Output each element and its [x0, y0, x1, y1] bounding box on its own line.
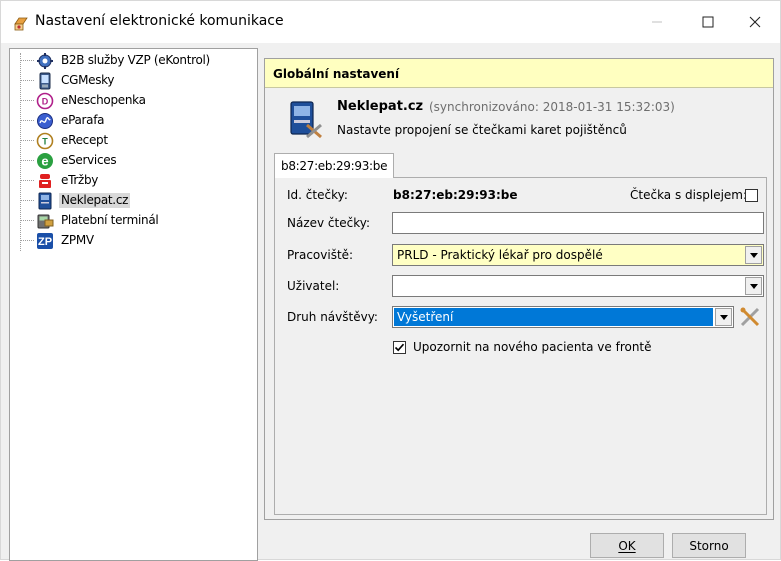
svg-text:T: T	[42, 137, 48, 147]
reader-id-value: b8:27:eb:29:93:be	[393, 188, 518, 202]
tree-item-zpmv[interactable]: ZP ZPMV	[10, 231, 255, 251]
reader-name-label: Název čtečky:	[287, 216, 371, 230]
display-reader-label: Čtečka s displejem:	[630, 188, 748, 202]
service-name: Neklepat.cz	[337, 99, 424, 114]
tree-connector	[20, 60, 34, 61]
tree-connector	[20, 180, 34, 181]
tree-item-label: eNeschopenka	[61, 93, 146, 107]
user-label: Uživatel:	[287, 279, 340, 293]
tree-item-label: eServices	[61, 153, 117, 167]
tree-item-b2b[interactable]: B2B služby VZP (eKontrol)	[10, 51, 255, 71]
chevron-down-icon	[749, 252, 758, 258]
tree-item-label: eParafa	[61, 113, 105, 127]
visit-type-label: Druh návštěvy:	[287, 310, 378, 324]
gear-globe-icon	[37, 53, 53, 69]
settings-panel: Globální nastavení Neklepat.cz (synchron…	[264, 58, 774, 520]
workplace-label: Pracoviště:	[287, 248, 354, 262]
minimize-button[interactable]	[634, 1, 680, 43]
cancel-button[interactable]: Storno	[672, 533, 746, 558]
signature-icon	[37, 113, 53, 129]
tree-item-cgmesky[interactable]: CGMesky	[10, 71, 255, 91]
cancel-button-label: Storno	[689, 538, 729, 553]
chevron-down-icon	[749, 283, 758, 289]
svg-text:ZP: ZP	[38, 236, 52, 248]
app-icon	[14, 17, 28, 31]
notify-label: Upozornit na nového pacienta ve frontě	[413, 340, 652, 354]
tree-connector	[20, 160, 34, 161]
tree-item-platebni-terminal[interactable]: Platební terminál	[10, 211, 255, 231]
tab-reader[interactable]: b8:27:eb:29:93:be	[274, 153, 394, 178]
zpmv-icon: ZP	[37, 233, 53, 249]
phone-icon	[39, 72, 51, 90]
notify-checkbox[interactable]	[393, 341, 406, 354]
tree-connector	[20, 220, 34, 221]
user-select[interactable]	[392, 275, 764, 297]
workplace-select[interactable]: PRLD - Praktický lékař pro dospělé	[392, 244, 764, 266]
tree-connector	[20, 120, 34, 121]
visit-type-value: Vyšetření	[397, 310, 454, 324]
service-description: Nastavte propojení se čtečkami karet poj…	[337, 123, 627, 137]
service-tree[interactable]: B2B služby VZP (eKontrol) CGMesky D eNes…	[9, 48, 258, 561]
display-reader-checkbox[interactable]	[745, 189, 758, 202]
tree-item-eparafa[interactable]: eParafa	[10, 111, 255, 131]
tree-item-label: eRecept	[61, 133, 108, 147]
ok-button[interactable]: OK	[590, 533, 664, 558]
tree-item-label: Platební terminál	[61, 213, 159, 227]
tree-item-label: eTržby	[61, 173, 99, 187]
maximize-icon	[702, 16, 714, 28]
sync-info: (synchronizováno: 2018-01-31 15:32:03)	[429, 100, 675, 114]
minimize-icon	[652, 21, 662, 23]
tree-connector	[20, 140, 34, 141]
reader-id-label: Id. čtečky:	[287, 188, 348, 202]
ok-button-label: OK	[618, 538, 636, 553]
maximize-button[interactable]	[685, 1, 731, 43]
visit-type-dropdown-button[interactable]	[715, 308, 732, 326]
recipe-icon: T	[36, 132, 54, 150]
panel-header-title: Globální nastavení	[273, 67, 400, 81]
tree-item-label: ZPMV	[61, 233, 94, 247]
tab-label: b8:27:eb:29:93:be	[281, 159, 388, 173]
edit-tools-icon[interactable]	[739, 306, 761, 328]
workplace-value: PRLD - Praktický lékař pro dospělé	[397, 248, 603, 262]
tree-item-eservices[interactable]: e eServices	[10, 151, 255, 171]
tree-connector	[20, 100, 34, 101]
title-bar: Nastavení elektronické komunikace	[1, 1, 780, 43]
visit-type-select[interactable]: Vyšetření	[392, 306, 734, 328]
window-title: Nastavení elektronické komunikace	[35, 13, 284, 29]
close-button[interactable]	[732, 1, 778, 43]
card-reader-tools-icon	[290, 101, 322, 139]
tab-content: Id. čtečky: b8:27:eb:29:93:be Čtečka s d…	[274, 177, 767, 515]
close-icon	[749, 16, 761, 28]
tree-item-eneschopenka[interactable]: D eNeschopenka	[10, 91, 255, 111]
checkmark-icon	[394, 343, 405, 352]
tree-connector	[20, 240, 34, 241]
tree-item-label: Neklepat.cz	[59, 193, 131, 208]
tree-item-label: CGMesky	[61, 73, 115, 87]
tree-item-erecept[interactable]: T eRecept	[10, 131, 255, 151]
tree-item-neklepat[interactable]: Neklepat.cz	[10, 191, 255, 211]
reader-name-input[interactable]	[392, 212, 764, 234]
panel-header: Globální nastavení	[265, 59, 773, 88]
tree-item-label: B2B služby VZP (eKontrol)	[61, 53, 210, 67]
en-badge-icon: D	[36, 92, 54, 110]
payment-terminal-icon	[37, 214, 54, 229]
svg-text:D: D	[42, 97, 49, 107]
workplace-dropdown-button[interactable]	[745, 246, 762, 264]
tree-item-etrzby[interactable]: eTržby	[10, 171, 255, 191]
tree-connector	[20, 200, 34, 201]
dialog-window: Nastavení elektronické komunikace B2B sl…	[0, 0, 781, 561]
card-reader-icon	[38, 192, 52, 210]
tree-connector	[20, 80, 34, 81]
etrzby-icon	[39, 174, 51, 188]
e-services-icon: e	[37, 153, 53, 169]
svg-text:e: e	[41, 154, 48, 169]
chevron-down-icon	[719, 314, 728, 320]
user-dropdown-button[interactable]	[745, 277, 762, 295]
